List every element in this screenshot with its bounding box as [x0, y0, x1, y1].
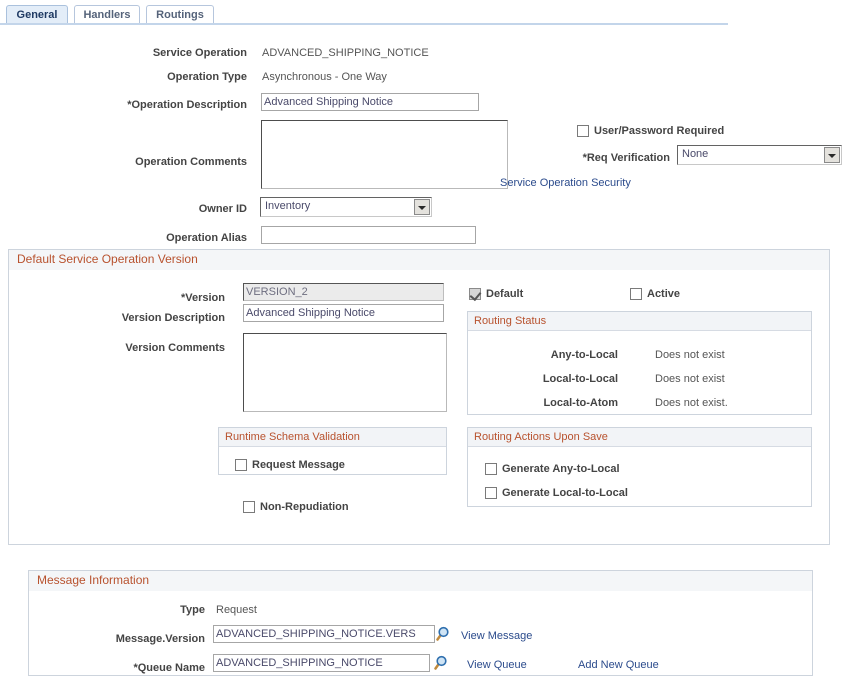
version-comments-textarea[interactable] — [243, 333, 447, 412]
operation-type-value: Asynchronous - One Way — [262, 70, 387, 84]
type-value: Request — [216, 603, 257, 617]
routing-status-title: Routing Status — [468, 312, 811, 331]
version-input — [243, 283, 444, 301]
req-verification-select[interactable]: None — [677, 145, 842, 165]
routing-status-label-any-to-local: Any-to-Local — [500, 348, 618, 362]
active-checkbox[interactable] — [630, 288, 642, 300]
version-label: *Version — [80, 291, 225, 305]
version-description-label: Version Description — [80, 311, 225, 325]
runtime-schema-validation-title: Runtime Schema Validation — [219, 428, 446, 447]
owner-id-select-value: Inventory — [265, 200, 310, 212]
user-password-required-label[interactable]: User/Password Required — [594, 125, 724, 138]
user-password-required-checkbox[interactable] — [577, 125, 589, 137]
message-version-label: Message.Version — [60, 632, 205, 646]
operation-description-input[interactable] — [261, 93, 479, 111]
routing-status-value-local-to-local: Does not exist — [655, 372, 725, 386]
operation-description-label: *Operation Description — [60, 98, 247, 112]
default-service-operation-version-title: Default Service Operation Version — [9, 250, 829, 270]
version-description-input[interactable] — [243, 304, 444, 322]
operation-comments-label: Operation Comments — [60, 155, 247, 169]
message-information-title: Message Information — [29, 571, 812, 591]
chevron-down-icon[interactable] — [414, 199, 430, 215]
routing-status-value-any-to-local: Does not exist — [655, 348, 725, 362]
tab-general[interactable]: General — [6, 5, 68, 24]
queue-name-input[interactable] — [213, 654, 430, 672]
tab-bar: General Handlers Routings — [0, 0, 845, 27]
routing-status-value-local-to-atom: Does not exist. — [655, 396, 728, 410]
operation-alias-input[interactable] — [261, 226, 476, 244]
req-verification-label: *Req Verification — [500, 151, 670, 165]
type-label: Type — [60, 603, 205, 617]
view-queue-link[interactable]: View Queue — [467, 658, 527, 672]
service-operation-security-link[interactable]: Service Operation Security — [500, 176, 631, 190]
request-message-label[interactable]: Request Message — [252, 459, 345, 472]
add-new-queue-link[interactable]: Add New Queue — [578, 658, 659, 672]
default-checkbox-label[interactable]: Default — [486, 288, 523, 301]
active-checkbox-label[interactable]: Active — [647, 288, 680, 301]
message-version-input[interactable] — [213, 625, 435, 643]
operation-type-label: Operation Type — [60, 70, 247, 84]
non-repudiation-label[interactable]: Non-Repudiation — [260, 501, 349, 514]
tab-underline-rule — [0, 23, 728, 25]
version-comments-label: Version Comments — [80, 341, 225, 355]
generate-any-to-local-label[interactable]: Generate Any-to-Local — [502, 463, 620, 476]
operation-alias-label: Operation Alias — [60, 231, 247, 245]
magnifying-glass-icon[interactable] — [434, 655, 449, 670]
default-checkbox[interactable] — [469, 288, 481, 300]
non-repudiation-checkbox[interactable] — [243, 501, 255, 513]
req-verification-select-value: None — [682, 148, 708, 160]
view-message-link[interactable]: View Message — [461, 629, 532, 643]
chevron-down-icon[interactable] — [824, 147, 840, 163]
tab-handlers[interactable]: Handlers — [74, 5, 140, 24]
generate-local-to-local-checkbox[interactable] — [485, 487, 497, 499]
request-message-checkbox[interactable] — [235, 459, 247, 471]
service-operation-value: ADVANCED_SHIPPING_NOTICE — [262, 46, 429, 60]
queue-name-label: *Queue Name — [60, 661, 205, 675]
owner-id-select[interactable]: Inventory — [260, 197, 432, 217]
generate-any-to-local-checkbox[interactable] — [485, 463, 497, 475]
routing-status-label-local-to-local: Local-to-Local — [500, 372, 618, 386]
generate-local-to-local-label[interactable]: Generate Local-to-Local — [502, 487, 628, 500]
owner-id-label: Owner ID — [60, 202, 247, 216]
operation-comments-textarea[interactable] — [261, 120, 508, 189]
routing-actions-upon-save-title: Routing Actions Upon Save — [468, 428, 811, 447]
magnifying-glass-icon[interactable] — [436, 626, 451, 641]
service-operation-label: Service Operation — [60, 46, 247, 60]
routing-status-label-local-to-atom: Local-to-Atom — [500, 396, 618, 410]
tab-routings[interactable]: Routings — [146, 5, 214, 24]
